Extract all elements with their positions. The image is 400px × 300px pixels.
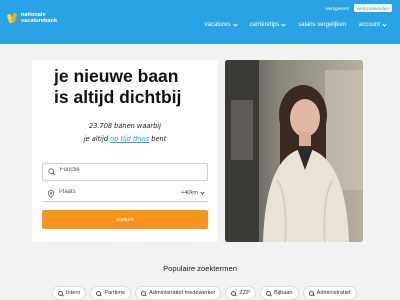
popular-searches-title: Populaire zoektermen: [163, 264, 237, 273]
werkzoekenden-button[interactable]: werkzoekenden: [353, 4, 392, 12]
location-pin-icon: [47, 190, 55, 198]
logo[interactable]: nationale vacaturebank: [6, 11, 58, 25]
chevron-down-icon: [382, 21, 387, 27]
chevron-down-icon: [281, 21, 286, 27]
nav-item-vacatures[interactable]: vacatures: [205, 21, 238, 28]
radius-select[interactable]: +40km: [181, 189, 205, 196]
werkgevers-link[interactable]: werkgevers: [325, 6, 349, 11]
place-field[interactable]: +40km: [42, 187, 208, 202]
popular-chip-zzp[interactable]: ZZP: [225, 286, 256, 300]
top-links: werkgevers werkzoekenden: [325, 4, 392, 12]
logo-icon: [6, 11, 18, 25]
job-count-text: 23.708 banen waarbij: [89, 122, 161, 130]
hero-photo: [225, 60, 363, 242]
nav-item-salaris-vergelijken[interactable]: salaris vergelijken: [298, 22, 346, 28]
search-icon: [231, 290, 237, 296]
popular-chip-administratief[interactable]: Administratief: [302, 286, 357, 300]
search-card: je nieuwe baan is altijd dichtbij 23.708…: [32, 60, 218, 242]
search-button[interactable]: zoeken: [42, 210, 208, 229]
hero-tagline: je altijd op tijd thuis bent: [83, 135, 167, 143]
chevron-down-icon: [232, 21, 238, 27]
function-field[interactable]: [42, 163, 208, 181]
popular-chip-intern[interactable]: Intern: [52, 286, 87, 300]
nav-item-carrieretips[interactable]: carrièretips: [250, 21, 286, 28]
tagline-highlight: op tijd thuis: [110, 135, 150, 143]
hero-headline: je nieuwe baan is altijd dichtbij: [54, 66, 182, 107]
popular-chip-parttime[interactable]: Parttime: [90, 286, 132, 300]
search-icon: [96, 290, 102, 296]
search-icon: [308, 290, 314, 296]
function-input[interactable]: [60, 167, 200, 173]
site-header: nationale vacaturebank werkgevers werkzo…: [0, 0, 400, 44]
search-icon: [48, 168, 56, 176]
place-input[interactable]: [59, 189, 159, 195]
search-icon: [58, 290, 63, 296]
woman-on-bus-illustration: [225, 60, 363, 242]
search-icon: [265, 290, 271, 296]
popular-chip-bijbaan[interactable]: Bijbaan: [259, 286, 299, 300]
popular-chip-administratief-medewerker[interactable]: Administratief medewerker: [135, 286, 222, 300]
main-nav: vacatures carrièretips salaris vergelijk…: [205, 21, 387, 28]
nav-item-account[interactable]: account: [359, 21, 387, 28]
chevron-down-icon: [200, 189, 205, 195]
search-icon: [141, 290, 147, 296]
popular-searches-list: Intern Parttime Administratief medewerke…: [52, 286, 357, 300]
logo-text: nationale vacaturebank: [21, 12, 58, 24]
